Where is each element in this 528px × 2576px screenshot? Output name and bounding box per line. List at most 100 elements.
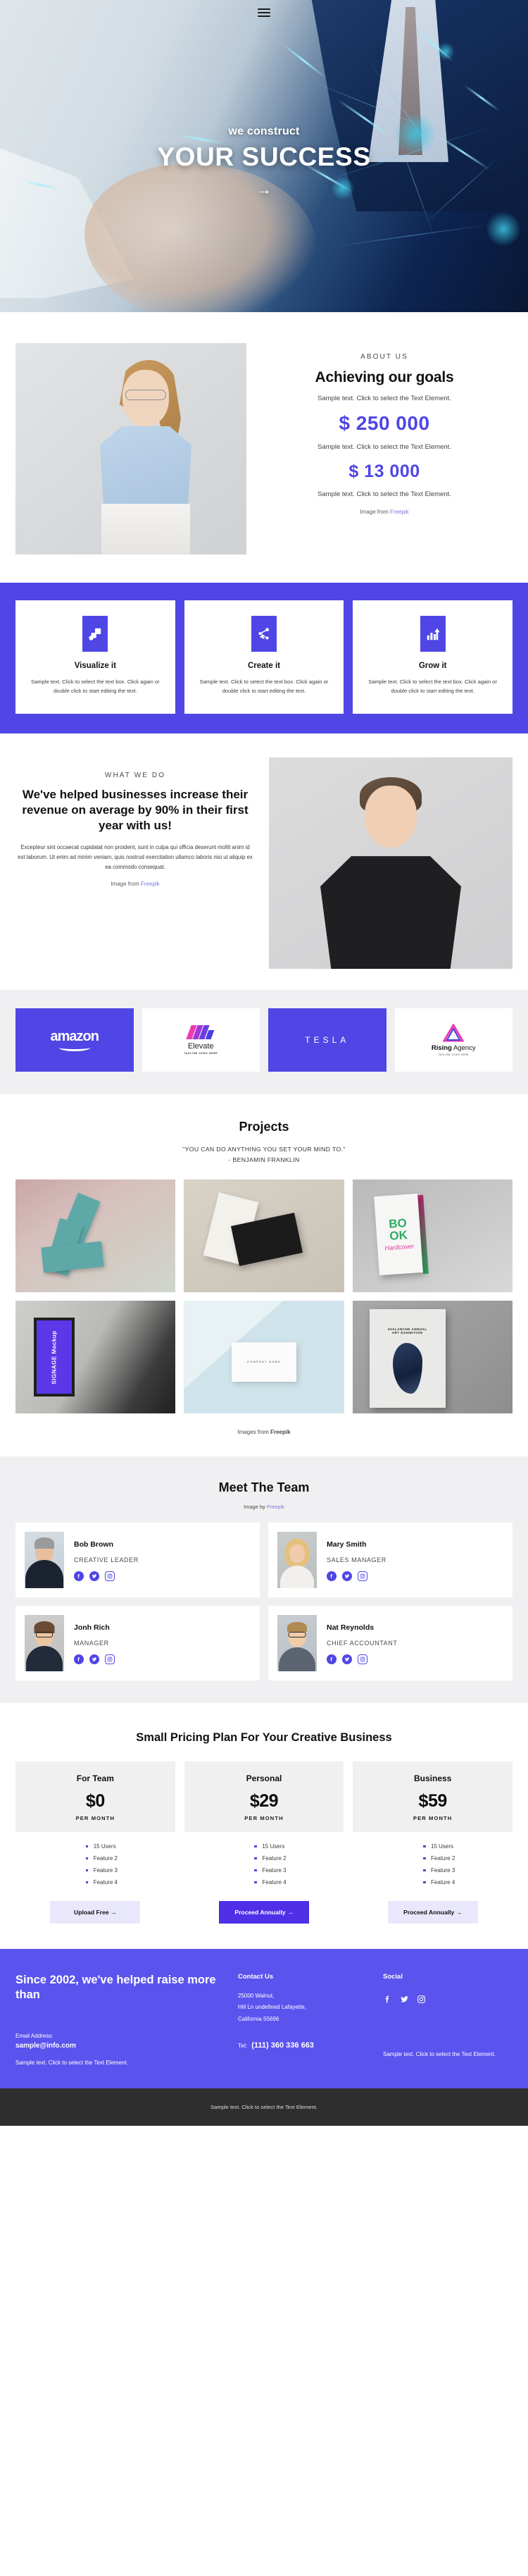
instagram-icon[interactable] (105, 1654, 115, 1665)
team-member-card[interactable]: Mary Smith SALES MANAGER (268, 1523, 513, 1598)
pricing-heading: Small Pricing Plan For Your Creative Bus… (136, 1731, 392, 1745)
project-poster: AVALANCHE ANNUAL ART EXHIBITION (369, 1309, 446, 1408)
wwd-person-head (365, 786, 417, 848)
elevate-mark-icon (186, 1025, 215, 1040)
footer-telephone-row: Tel: (111) 360 336 663 (238, 2041, 372, 2050)
facebook-icon[interactable] (74, 1654, 84, 1665)
plan-feature: Feature 4 (85, 1879, 118, 1885)
team-credit-link[interactable]: Freepik (267, 1504, 284, 1510)
about-text: ABOUT US Achieving our goals Sample text… (246, 343, 528, 555)
plan-name: Personal (246, 1773, 282, 1783)
logo-elevate[interactable]: Elevate TAGLINE GOES HERE (142, 1008, 260, 1072)
footer-social-links (383, 1995, 513, 2004)
avatar (277, 1532, 317, 1589)
what-we-do-eyebrow: WHAT WE DO (104, 772, 166, 780)
projects-credit-link[interactable]: Freepik (270, 1429, 290, 1435)
feature-card[interactable]: Grow it Sample text. Click to select the… (353, 600, 513, 714)
about-image-credit: Image from Freepik (259, 509, 510, 515)
facebook-icon[interactable] (327, 1654, 337, 1665)
plan-feature: 15 Users (85, 1843, 118, 1850)
twitter-icon[interactable] (89, 1654, 99, 1665)
team-member-card[interactable]: Jonh Rich MANAGER (15, 1606, 260, 1681)
plan-feature: Feature 2 (423, 1855, 455, 1862)
what-we-do-paragraph: Excepteur sint occaecat cupidatat non pr… (18, 844, 253, 870)
footer-email-label: Email Address: (15, 2033, 54, 2040)
footer-right-sample-text: Sample text. Click to select the Text El… (383, 2050, 496, 2057)
project-tile[interactable]: BO OK Hardcover (352, 1179, 513, 1293)
pricing-section: Small Pricing Plan For Your Creative Bus… (0, 1703, 528, 1949)
about-credit-link[interactable]: Freepik (390, 509, 409, 515)
project-book-cover: BO OK Hardcover (373, 1194, 423, 1276)
wwd-credit-prefix: Image from (111, 881, 141, 888)
team-member-card[interactable]: Bob Brown CREATIVE LEADER (15, 1523, 260, 1598)
twitter-icon[interactable] (342, 1654, 352, 1665)
project-company-card: COMPANY NAME (231, 1342, 296, 1382)
team-member-name: Jonh Rich (74, 1623, 110, 1633)
plan-cta-button[interactable]: Proceed Annually → (218, 1900, 309, 1924)
instagram-icon[interactable] (105, 1571, 115, 1582)
about-stat-1: $ 250 000 (339, 412, 430, 435)
footer-address-line-3: California 55696 (238, 2016, 279, 2023)
about-person-glasses (125, 390, 166, 400)
project-tile[interactable]: COMPANY NAME (184, 1301, 344, 1414)
projects-grid: BO OK Hardcover SIGNAGE Mockup COMPANY NA… (0, 1179, 528, 1414)
footer-contact-column: Contact Us 25000 Walnut, Hill Ln undefin… (238, 1973, 372, 2068)
plan-features: 15 Users Feature 2 Feature 3 Feature 4 (241, 1843, 287, 1891)
rising-bold: Rising (431, 1044, 452, 1053)
hamburger-menu-icon[interactable] (258, 6, 270, 19)
footer-email[interactable]: sample@info.com (15, 2042, 227, 2050)
layers-icon (82, 616, 108, 652)
logo-amazon[interactable]: amazon (15, 1008, 134, 1072)
plan-price: $29 (249, 1790, 279, 1811)
twitter-icon[interactable] (89, 1571, 99, 1582)
about-image (15, 343, 246, 555)
plan-period: PER MONTH (75, 1814, 115, 1821)
tesla-wordmark: TESLA (305, 1035, 350, 1046)
logo-tesla[interactable]: TESLA (268, 1008, 386, 1072)
wwd-credit-link[interactable]: Freepik (141, 881, 160, 887)
footer-address-line-1: 25000 Walnut, (238, 1992, 275, 1999)
twitter-icon[interactable] (400, 1995, 409, 2004)
clients-logos-section: amazon Elevate TAGLINE GOES HERE TESLA R… (0, 990, 528, 1095)
facebook-icon[interactable] (327, 1571, 337, 1582)
avatar (277, 1615, 317, 1672)
plan-cta-button[interactable]: Upload Free → (50, 1900, 141, 1924)
team-member-card[interactable]: Nat Reynolds CHIEF ACCOUNTANT (268, 1606, 513, 1681)
footer-social-heading: Social (383, 1972, 403, 1981)
pricing-plan-card: For Team $0 PER MONTH 15 Users Feature 2… (15, 1761, 175, 1924)
project-signage-frame: SIGNAGE Mockup (34, 1318, 75, 1397)
plan-feature: Feature 3 (254, 1867, 287, 1874)
team-member-socials (74, 1571, 139, 1582)
plan-feature: 15 Users (254, 1843, 286, 1850)
plan-header: Personal $29 PER MONTH (184, 1761, 344, 1832)
logo-rising-agency[interactable]: Rising Agency TAGLINE GOES HERE (394, 1008, 513, 1072)
feature-text: Sample text. Click to select the text bo… (199, 679, 329, 695)
team-member-name: Bob Brown (74, 1540, 113, 1549)
footer-tel-number[interactable]: (111) 360 336 663 (251, 2041, 314, 2050)
rising-agency-wordmark: Rising Agency (432, 1044, 476, 1052)
project-tile[interactable]: AVALANCHE ANNUAL ART EXHIBITION (352, 1301, 513, 1414)
what-we-do-heading: We've helped businesses increase their r… (22, 788, 249, 833)
node-network-icon (251, 616, 277, 652)
instagram-icon[interactable] (417, 1995, 426, 2004)
project-tile[interactable] (184, 1179, 344, 1293)
projects-heading: Projects (239, 1120, 289, 1134)
feature-card[interactable]: Visualize it Sample text. Click to selec… (15, 600, 175, 714)
plan-features: 15 Users Feature 2 Feature 3 Feature 4 (410, 1843, 455, 1891)
project-tile[interactable] (15, 1179, 176, 1293)
twitter-icon[interactable] (342, 1571, 352, 1582)
about-eyebrow: ABOUT US (360, 353, 408, 361)
project-tile[interactable]: SIGNAGE Mockup (15, 1301, 176, 1414)
team-section: Meet The Team Image by Freepik Bob Brown… (0, 1456, 528, 1704)
plan-cta-button[interactable]: Proceed Annually → (387, 1900, 478, 1924)
feature-title: Visualize it (74, 662, 116, 670)
facebook-icon[interactable] (74, 1571, 84, 1582)
hero-arrow-button[interactable]: → (256, 182, 272, 197)
team-member-name: Mary Smith (327, 1540, 367, 1549)
footer-address-line-2: Hill Ln undefined Lafayette, (238, 2004, 306, 2011)
facebook-icon[interactable] (383, 1995, 392, 2004)
team-credit-prefix: Image by (244, 1504, 267, 1511)
feature-card[interactable]: Create it Sample text. Click to select t… (184, 600, 344, 714)
instagram-icon[interactable] (358, 1571, 367, 1582)
instagram-icon[interactable] (358, 1654, 367, 1665)
